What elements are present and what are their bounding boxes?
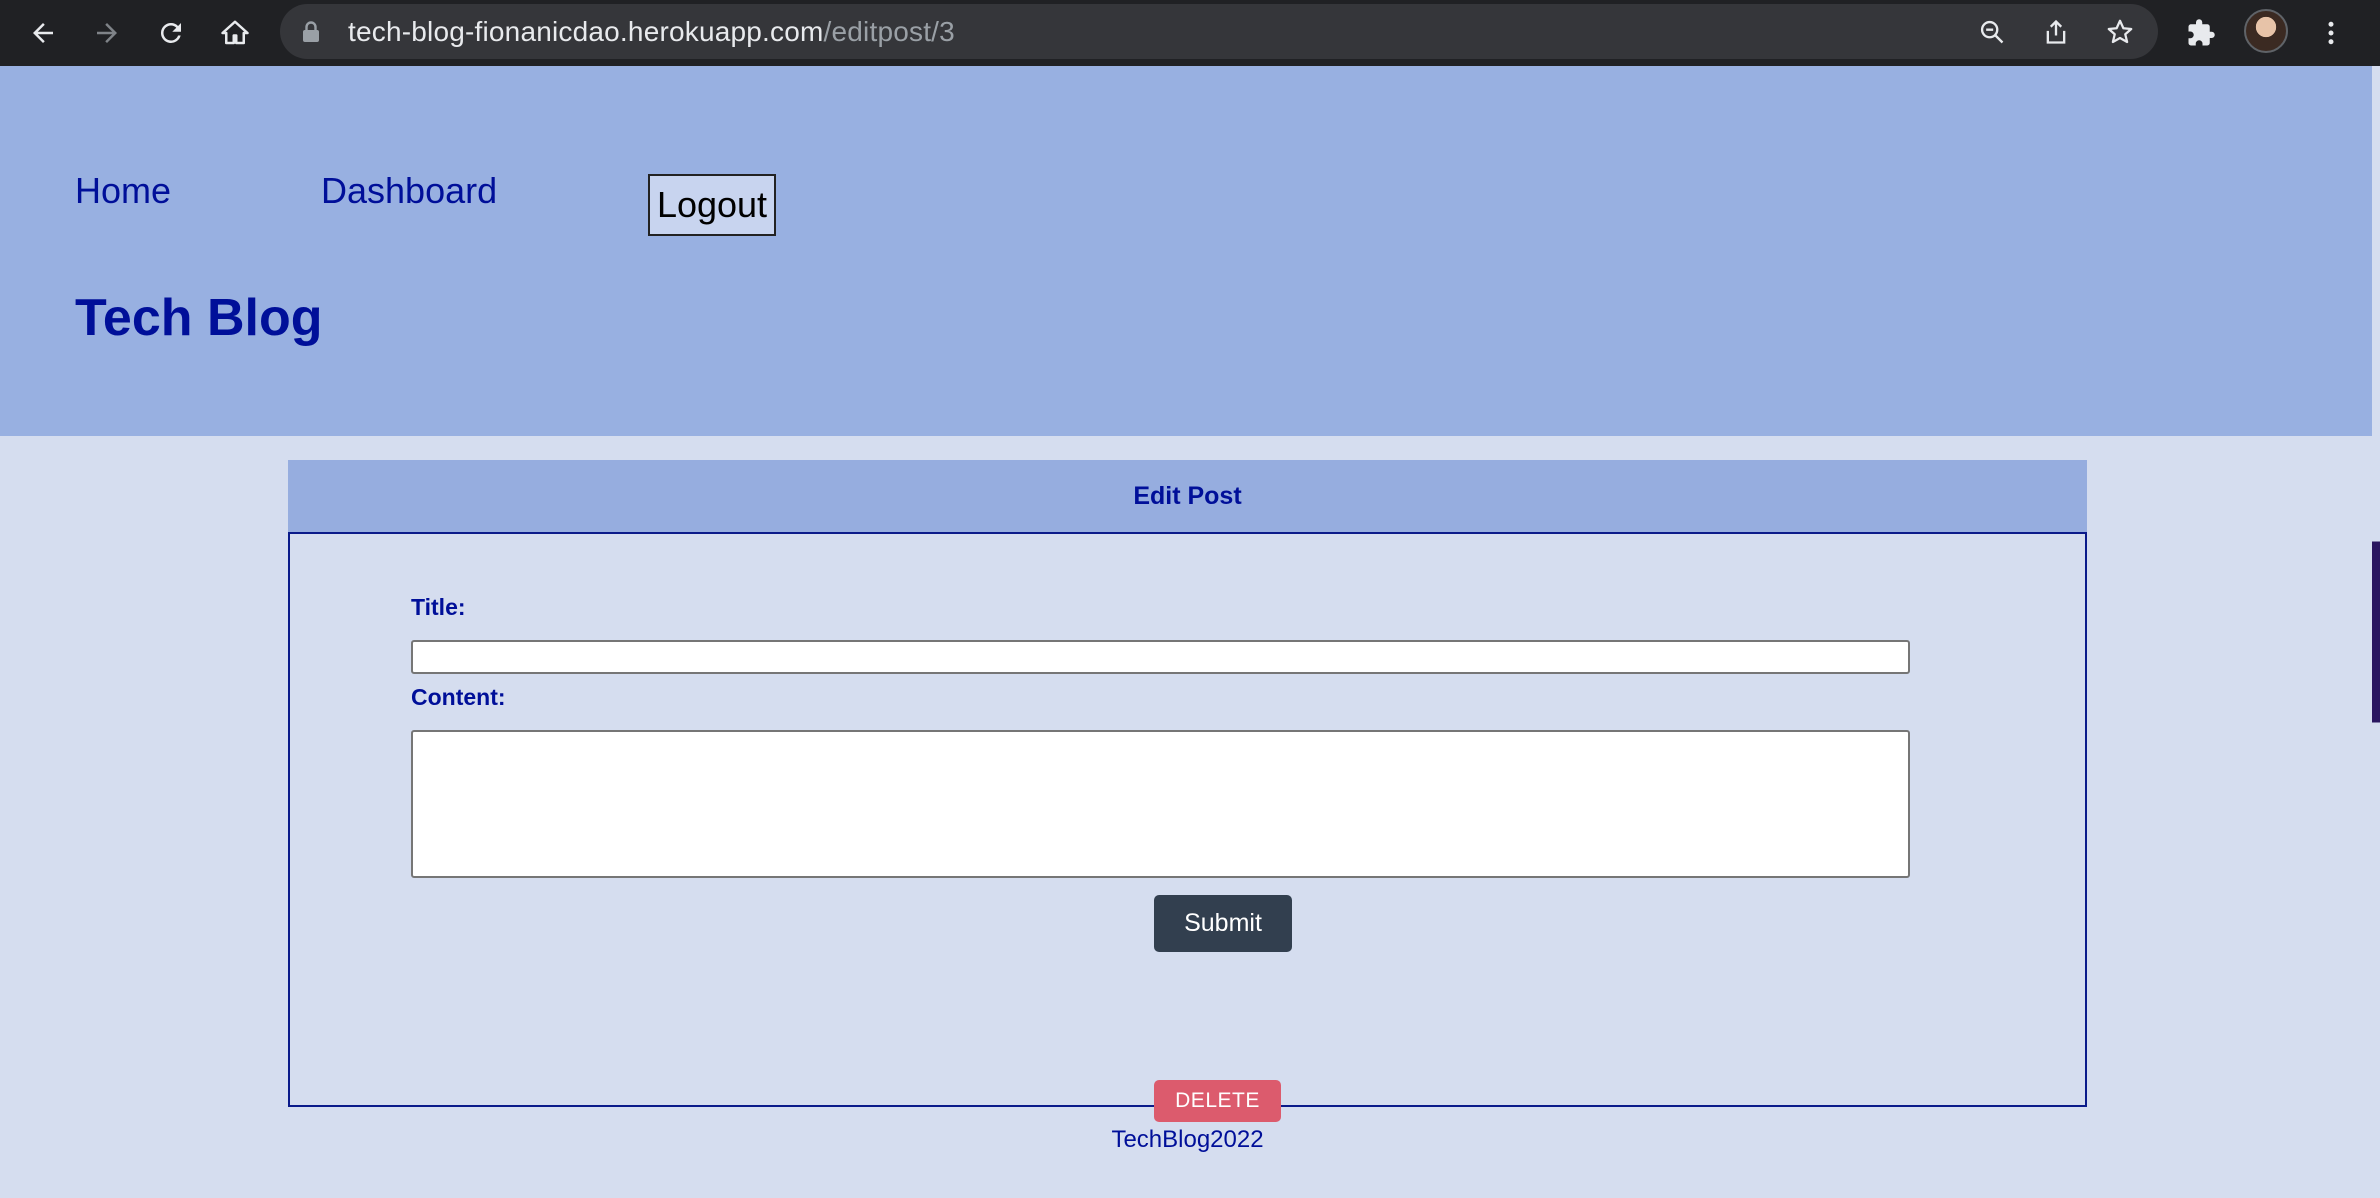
reload-icon xyxy=(160,22,181,43)
site-title: Tech Blog xyxy=(75,289,323,347)
reload-button[interactable] xyxy=(148,10,194,56)
forward-button[interactable] xyxy=(84,10,130,56)
url-host: tech-blog-fionanicdao.herokuapp.com xyxy=(348,16,824,47)
edit-post-header: Edit Post xyxy=(288,460,2087,532)
delete-button[interactable]: DELETE xyxy=(1154,1080,1281,1122)
page: Home Dashboard Logout Tech Blog Edit Pos… xyxy=(0,66,2372,1198)
site-footer: TechBlog2022 xyxy=(1111,1126,1264,1153)
back-button[interactable] xyxy=(20,10,66,56)
share-icon[interactable] xyxy=(2036,12,2076,52)
home-icon xyxy=(221,20,249,45)
window-edge xyxy=(2372,66,2380,1198)
logout-button[interactable]: Logout xyxy=(648,174,776,236)
browser-toolbar: tech-blog-fionanicdao.herokuapp.com/edit… xyxy=(0,0,2380,66)
home-button[interactable] xyxy=(212,10,258,56)
lock-icon xyxy=(302,21,320,43)
title-input[interactable] xyxy=(411,640,1910,674)
menu-button[interactable] xyxy=(2308,10,2354,56)
star-icon[interactable] xyxy=(2100,12,2140,52)
avatar[interactable] xyxy=(2244,9,2288,53)
nav-dashboard-link[interactable]: Dashboard xyxy=(321,170,497,212)
url-path: /editpost/3 xyxy=(823,16,955,47)
forward-icon xyxy=(97,23,117,43)
edit-post-form: Title: Content: Submit DELETE xyxy=(288,532,2087,1122)
address-bar[interactable]: tech-blog-fionanicdao.herokuapp.com/edit… xyxy=(280,4,2158,59)
extensions-icon xyxy=(2188,19,2215,46)
site-header: Home Dashboard Logout Tech Blog xyxy=(0,66,2372,436)
nav-home-link[interactable]: Home xyxy=(75,170,171,212)
content-label: Content: xyxy=(411,684,506,710)
extensions-button[interactable] xyxy=(2178,10,2224,56)
menu-icon xyxy=(2328,21,2334,45)
title-label: Title: xyxy=(411,594,466,620)
submit-button[interactable]: Submit xyxy=(1154,895,1292,952)
back-icon xyxy=(33,23,53,43)
content-textarea[interactable] xyxy=(411,730,1910,878)
zoom-icon[interactable] xyxy=(1972,12,2012,52)
url-text: tech-blog-fionanicdao.herokuapp.com/edit… xyxy=(348,16,955,48)
